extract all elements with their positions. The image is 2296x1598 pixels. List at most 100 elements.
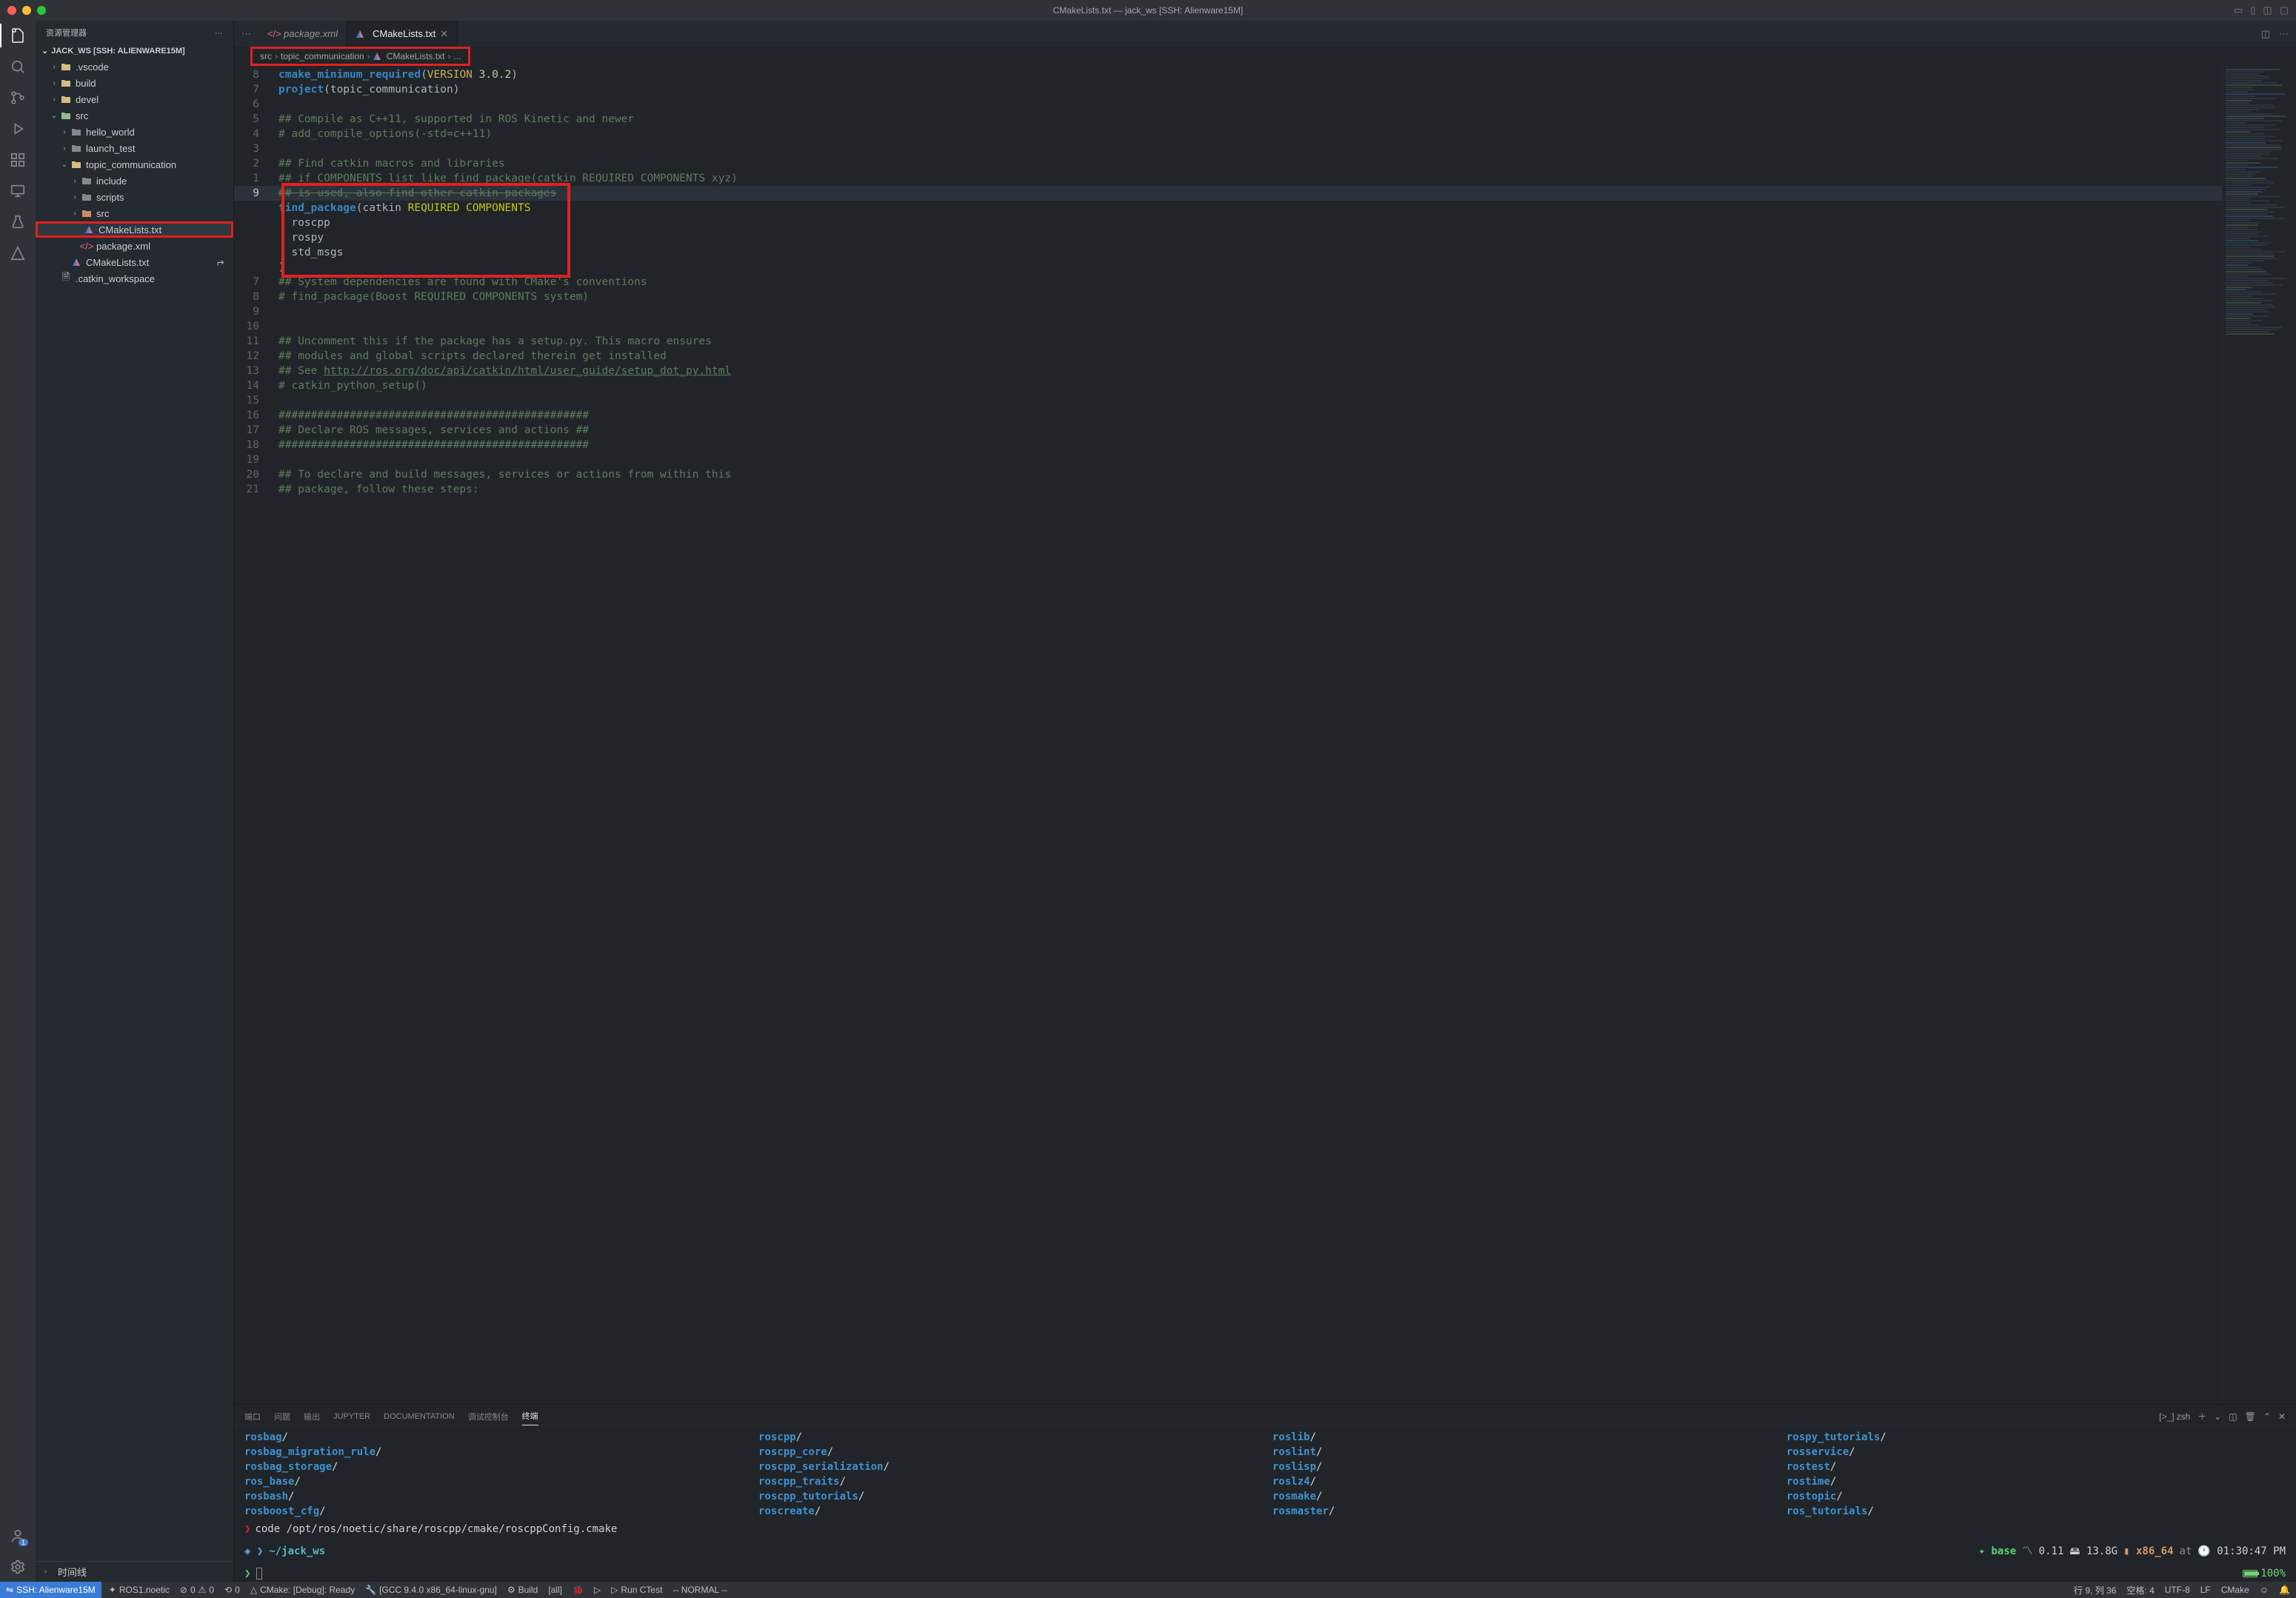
explorer-more-icon[interactable]: ⋯ [215, 28, 223, 38]
account-icon[interactable]: 1 [9, 1527, 27, 1545]
run-debug-icon[interactable] [9, 120, 27, 138]
status-eol[interactable]: LF [2200, 1584, 2211, 1597]
window-minimize[interactable] [22, 6, 31, 15]
panel-tab-ports[interactable]: 端口 [244, 1408, 261, 1425]
terminal-completion-item: rosbag_migration_rule [244, 1446, 376, 1458]
status-ports[interactable]: ⟲ 0 [224, 1585, 240, 1595]
extensions-icon[interactable] [9, 151, 27, 169]
terminal-completion-item: roslisp [1272, 1461, 1316, 1473]
cmake-file-icon [373, 53, 381, 60]
status-cmake[interactable]: △ CMake: [Debug]: Ready [250, 1585, 355, 1595]
panel-tab-problems[interactable]: 问题 [274, 1408, 290, 1425]
status-build[interactable]: ⚙ Build [507, 1585, 538, 1595]
panel-tab-terminal[interactable]: 终端 [522, 1407, 538, 1425]
layout-primary-icon[interactable]: ▭ [2234, 4, 2243, 16]
status-feedback-icon[interactable]: ☺ [2260, 1584, 2269, 1597]
explorer-sidebar: 资源管理器 ⋯ ⌄ JACK_WS [SSH: ALIENWARE15M] › … [36, 21, 234, 1582]
status-ros[interactable]: ✦ ROS1.noetic [109, 1585, 170, 1595]
prompt-arrow-icon: ❯ [244, 1566, 250, 1581]
status-kit[interactable]: 🔧 [GCC 9.4.0 x86_64-linux-gnu] [365, 1585, 497, 1595]
cmake-icon[interactable] [9, 244, 27, 262]
split-editor-icon[interactable]: ◫ [2261, 28, 2270, 40]
status-encoding[interactable]: UTF-8 [2165, 1584, 2190, 1597]
editor-tabs: ⋯ </> package.xml CMakeLists.txt ✕ ◫ ⋯ [234, 21, 2296, 47]
prompt-segment-icon: ◈ ❯ [244, 1544, 263, 1559]
terminal-new-icon[interactable]: ＋ [2197, 1410, 2206, 1423]
tab-close-icon[interactable]: ✕ [440, 28, 448, 40]
prompt-arrow-icon: ❯ [244, 1522, 250, 1537]
tree-folder-scripts[interactable]: › scripts [36, 189, 233, 205]
panel-close-icon[interactable]: ✕ [2278, 1411, 2286, 1422]
testing-icon[interactable] [9, 213, 27, 231]
status-target[interactable]: [all] [548, 1585, 562, 1595]
panel-maximize-icon[interactable]: ⌃ [2263, 1411, 2271, 1422]
file-tree: › .vscode › build › devel ⌄ src › hell [36, 57, 233, 1561]
remote-explorer-icon[interactable] [9, 182, 27, 200]
terminal-completion-item: roscpp_core [758, 1446, 827, 1458]
terminal-completion-item: ros_base [244, 1476, 294, 1488]
timeline-section[interactable]: › 时间线 [36, 1561, 233, 1582]
terminal-dropdown-icon[interactable]: ⌄ [2214, 1411, 2221, 1422]
layout-panel-icon[interactable]: ▯ [2250, 4, 2255, 16]
layout-customize-icon[interactable]: ▢ [2280, 4, 2289, 16]
terminal-completion-item: rosservice [1786, 1446, 1849, 1458]
layout-sidebar-icon[interactable]: ◫ [2263, 4, 2272, 16]
tree-folder-src-inner[interactable]: › src [36, 205, 233, 221]
panel-tab-debug[interactable]: 调试控制台 [468, 1408, 509, 1425]
status-language[interactable]: CMake [2221, 1584, 2249, 1597]
panel-tab-jupyter[interactable]: JUPYTER [333, 1409, 370, 1424]
window-title: CMakeLists.txt — jack_ws [SSH: Alienware… [1053, 5, 1244, 16]
terminal-completion-item: rostopic [1786, 1491, 1836, 1502]
tree-folder-launch-test[interactable]: › launch_test [36, 140, 233, 156]
tree-folder-devel[interactable]: › devel [36, 91, 233, 107]
cwd-path: ~/jack_ws [269, 1544, 325, 1559]
terminal-completion-item: roscpp [758, 1431, 796, 1443]
battery-indicator: 100% [2243, 1566, 2286, 1581]
terminal-completion-item: roslib [1272, 1431, 1310, 1443]
terminal-completion-item: roslint [1272, 1446, 1316, 1458]
terminal-completion-item: rostime [1786, 1476, 1830, 1488]
status-cursor-pos[interactable]: 行 9, 列 36 [2074, 1584, 2116, 1597]
remote-indicator[interactable]: ⇋SSH: Alienware15M [0, 1582, 101, 1598]
terminal-kill-icon[interactable]: 🗑 [2245, 1411, 2256, 1422]
tree-folder-topic-communication[interactable]: ⌄ topic_communication [36, 156, 233, 173]
code-editor[interactable]: 8cmake_minimum_required(VERSION 3.0.2) 7… [234, 66, 2222, 1404]
tree-folder-vscode[interactable]: › .vscode [36, 58, 233, 75]
status-launch-icon[interactable]: ▷ [594, 1585, 601, 1595]
tree-file-catkin-workspace[interactable]: 🗎 .catkin_workspace [36, 270, 233, 287]
status-indentation[interactable]: 空格: 4 [2126, 1584, 2154, 1597]
window-maximize[interactable] [37, 6, 46, 15]
tabs-overflow-icon[interactable]: ⋯ [234, 28, 258, 40]
source-control-icon[interactable] [9, 89, 27, 107]
panel-tab-output[interactable]: 输出 [304, 1408, 320, 1425]
tree-folder-include[interactable]: › include [36, 173, 233, 189]
terminal-split-icon[interactable]: ◫ [2229, 1411, 2237, 1422]
status-errors[interactable]: ⊘ 0 ⚠ 0 [180, 1585, 214, 1595]
status-run-ctest[interactable]: ▷ Run CTest [611, 1585, 662, 1595]
tree-folder-build[interactable]: › build [36, 75, 233, 91]
status-notifications-icon[interactable]: 🔔 [2279, 1584, 2290, 1597]
bottom-panel: 端口 问题 输出 JUPYTER DOCUMENTATION 调试控制台 终端 … [234, 1404, 2296, 1582]
window-close[interactable] [7, 6, 16, 15]
tree-file-package-xml[interactable]: </> package.xml [36, 238, 233, 254]
minimap[interactable] [2222, 66, 2296, 1404]
tree-folder-hello-world[interactable]: › hello_world [36, 124, 233, 140]
editor-more-icon[interactable]: ⋯ [2279, 28, 2289, 40]
search-icon[interactable] [9, 58, 27, 76]
panel-tab-documentation[interactable]: DOCUMENTATION [384, 1409, 455, 1424]
tab-cmakelists[interactable]: CMakeLists.txt ✕ [347, 21, 458, 47]
breadcrumb[interactable]: src › topic_communication › CMakeLists.t… [250, 47, 470, 66]
terminal-completion-item: rostest [1786, 1461, 1830, 1473]
status-debug-icon[interactable]: 🐞 [573, 1585, 584, 1595]
tab-package-xml[interactable]: </> package.xml [258, 21, 347, 47]
activity-bar: 1 [0, 21, 36, 1582]
workspace-header[interactable]: ⌄ JACK_WS [SSH: ALIENWARE15M] [36, 44, 233, 57]
settings-gear-icon[interactable] [9, 1558, 27, 1576]
terminal[interactable]: rosbag/rosbag_migration_rule/rosbag_stor… [234, 1425, 2296, 1582]
terminal-profile-button[interactable]: [>_] zsh [2159, 1411, 2190, 1422]
tree-file-cmakelists-outer[interactable]: CMakeLists.txt ↵ [36, 254, 233, 270]
tree-folder-src[interactable]: ⌄ src [36, 107, 233, 124]
terminal-completion-item: roscpp_traits [758, 1476, 840, 1488]
explorer-icon[interactable] [9, 27, 27, 44]
tree-file-cmakelists[interactable]: CMakeLists.txt [36, 221, 233, 238]
